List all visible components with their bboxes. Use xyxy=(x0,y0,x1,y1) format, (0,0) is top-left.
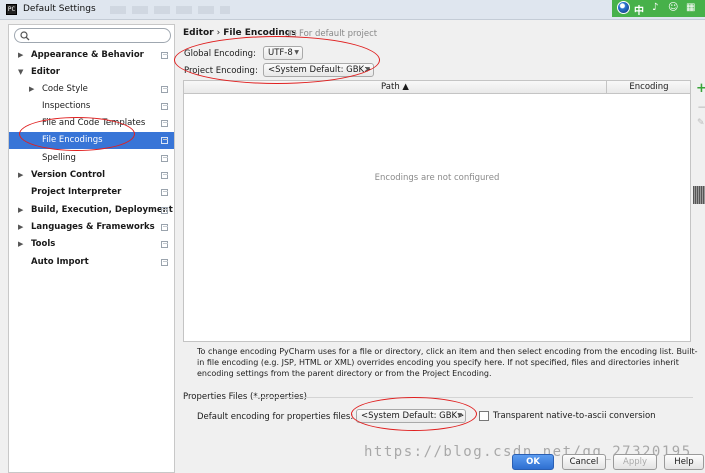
expand-arrow-icon[interactable]: ▶ xyxy=(18,47,23,64)
sidebar-item-auto-import[interactable]: Auto Import xyxy=(9,254,174,271)
remove-icon[interactable]: − xyxy=(697,101,705,113)
sidebar-item-version-control[interactable]: ▶ Version Control xyxy=(9,167,174,184)
project-scope-icon xyxy=(161,224,168,231)
sidebar-item-file-code-templates[interactable]: File and Code Templates xyxy=(9,115,174,132)
sidebar-item-label: Tools xyxy=(31,239,56,249)
chevron-down-icon: ▼ xyxy=(365,66,370,73)
default-project-note: For default project xyxy=(289,29,377,39)
project-encoding-label: Project Encoding: xyxy=(184,66,258,76)
tray-globe-icon[interactable] xyxy=(617,1,630,14)
breadcrumb-separator: › xyxy=(216,28,221,38)
sidebar-item-label: Inspections xyxy=(42,101,91,111)
default-project-note-text: For default project xyxy=(299,29,378,39)
project-scope-icon xyxy=(161,155,168,162)
transparent-conversion-checkbox[interactable] xyxy=(479,411,489,421)
sidebar-item-tools[interactable]: ▶ Tools xyxy=(9,236,174,253)
sidebar-item-label: Languages & Frameworks xyxy=(31,222,155,232)
expand-arrow-icon[interactable]: ▶ xyxy=(29,81,34,98)
breadcrumb-current: File Encodings xyxy=(223,28,297,38)
column-header-path[interactable]: Path ▲ xyxy=(184,81,607,94)
apply-button[interactable]: Apply xyxy=(613,454,657,470)
sidebar-item-label: Appearance & Behavior xyxy=(31,50,144,60)
chevron-down-icon: ▼ xyxy=(294,49,299,56)
sidebar-item-languages-frameworks[interactable]: ▶ Languages & Frameworks xyxy=(9,219,174,236)
sidebar-item-file-encodings[interactable]: File Encodings xyxy=(9,132,174,149)
sidebar-item-label: Build, Execution, Deployment xyxy=(31,205,173,215)
sidebar-item-label: Spelling xyxy=(42,153,76,163)
tray-keyboard-icon[interactable]: ▦ xyxy=(686,2,695,13)
properties-encoding-select[interactable]: <System Default: GBK> ▼ xyxy=(356,409,466,423)
properties-encoding-label: Default encoding for properties files: xyxy=(197,412,354,422)
ok-button[interactable]: OK xyxy=(512,454,554,470)
sidebar-item-project-interpreter[interactable]: Project Interpreter xyxy=(9,184,174,201)
search-input[interactable] xyxy=(33,30,165,41)
sidebar-item-label: Code Style xyxy=(42,84,88,94)
title-bar: PC Default Settings xyxy=(0,0,705,20)
global-encoding-select[interactable]: UTF-8 ▼ xyxy=(263,46,303,60)
encoding-help-text: To change encoding PyCharm uses for a fi… xyxy=(197,347,698,378)
project-scope-icon xyxy=(161,103,168,110)
project-scope-icon xyxy=(161,207,168,214)
help-button[interactable]: Help xyxy=(664,454,704,470)
table-header: Path ▲ Encoding xyxy=(184,81,690,94)
sidebar-item-build-execution-deployment[interactable]: ▶ Build, Execution, Deployment xyxy=(9,202,174,219)
project-scope-icon xyxy=(161,172,168,179)
transparent-conversion-label[interactable]: Transparent native-to-ascii conversion xyxy=(493,411,656,421)
tray-ime-icon[interactable]: 中 xyxy=(634,2,644,17)
project-scope-icon xyxy=(161,86,168,93)
breadcrumb-parent: Editor xyxy=(183,28,214,38)
project-scope-icon xyxy=(161,120,168,127)
sidebar-item-label: Project Interpreter xyxy=(31,187,122,197)
pycharm-app-icon: PC xyxy=(6,4,17,15)
sidebar-item-appearance-behavior[interactable]: ▶ Appearance & Behavior xyxy=(9,47,174,64)
expand-arrow-icon[interactable]: ▶ xyxy=(18,236,23,253)
project-scope-icon xyxy=(161,52,168,59)
project-encoding-value: <System Default: GBK> xyxy=(268,65,372,75)
sidebar-item-label: File Encodings xyxy=(42,135,103,145)
edit-icon[interactable]: ✎ xyxy=(697,118,705,128)
project-scope-icon xyxy=(289,30,296,37)
project-scope-icon xyxy=(161,189,168,196)
collapse-arrow-icon[interactable]: ▼ xyxy=(18,64,23,81)
breadcrumb: Editor › File Encodings xyxy=(183,28,297,38)
expand-arrow-icon[interactable]: ▶ xyxy=(18,202,23,219)
sidebar-item-editor[interactable]: ▼ Editor xyxy=(9,64,174,81)
project-encoding-select[interactable]: <System Default: GBK> ▼ xyxy=(263,63,374,77)
cancel-button[interactable]: Cancel xyxy=(562,454,606,470)
add-icon[interactable]: + xyxy=(696,82,705,95)
file-encodings-table[interactable]: Path ▲ Encoding Encodings are not config… xyxy=(183,80,691,342)
expand-arrow-icon[interactable]: ▶ xyxy=(18,167,23,184)
project-scope-icon xyxy=(161,259,168,266)
section-divider xyxy=(253,397,693,398)
sidebar-item-code-style[interactable]: ▶ Code Style xyxy=(9,81,174,98)
sidebar-item-label: File and Code Templates xyxy=(42,118,146,128)
settings-sidebar: ▶ Appearance & Behavior ▼ Editor ▶ Code … xyxy=(8,24,175,473)
sidebar-item-label: Version Control xyxy=(31,170,106,180)
expand-arrow-icon[interactable]: ▶ xyxy=(18,219,23,236)
table-empty-message: Encodings are not configured xyxy=(374,173,500,183)
scrollbar-thumb[interactable] xyxy=(693,186,705,204)
sidebar-item-label: Editor xyxy=(31,67,60,77)
sidebar-item-spelling[interactable]: Spelling xyxy=(9,150,174,167)
background-menu-ghost xyxy=(110,6,230,14)
properties-encoding-value: <System Default: GBK> xyxy=(361,411,465,421)
chevron-down-icon: ▼ xyxy=(457,412,462,419)
global-encoding-label: Global Encoding: xyxy=(184,49,256,59)
settings-search-box[interactable] xyxy=(14,28,171,43)
window-title: Default Settings xyxy=(23,4,96,14)
tray-smiley-icon[interactable]: ☺ xyxy=(668,2,678,13)
global-encoding-value: UTF-8 xyxy=(268,48,293,58)
sidebar-item-inspections[interactable]: Inspections xyxy=(9,98,174,115)
tray-sound-icon[interactable]: ♪ xyxy=(652,2,658,13)
project-scope-icon xyxy=(161,137,168,144)
column-header-encoding[interactable]: Encoding xyxy=(608,81,690,94)
sidebar-item-label: Auto Import xyxy=(31,257,89,267)
project-scope-icon xyxy=(161,241,168,248)
search-icon xyxy=(20,31,30,41)
